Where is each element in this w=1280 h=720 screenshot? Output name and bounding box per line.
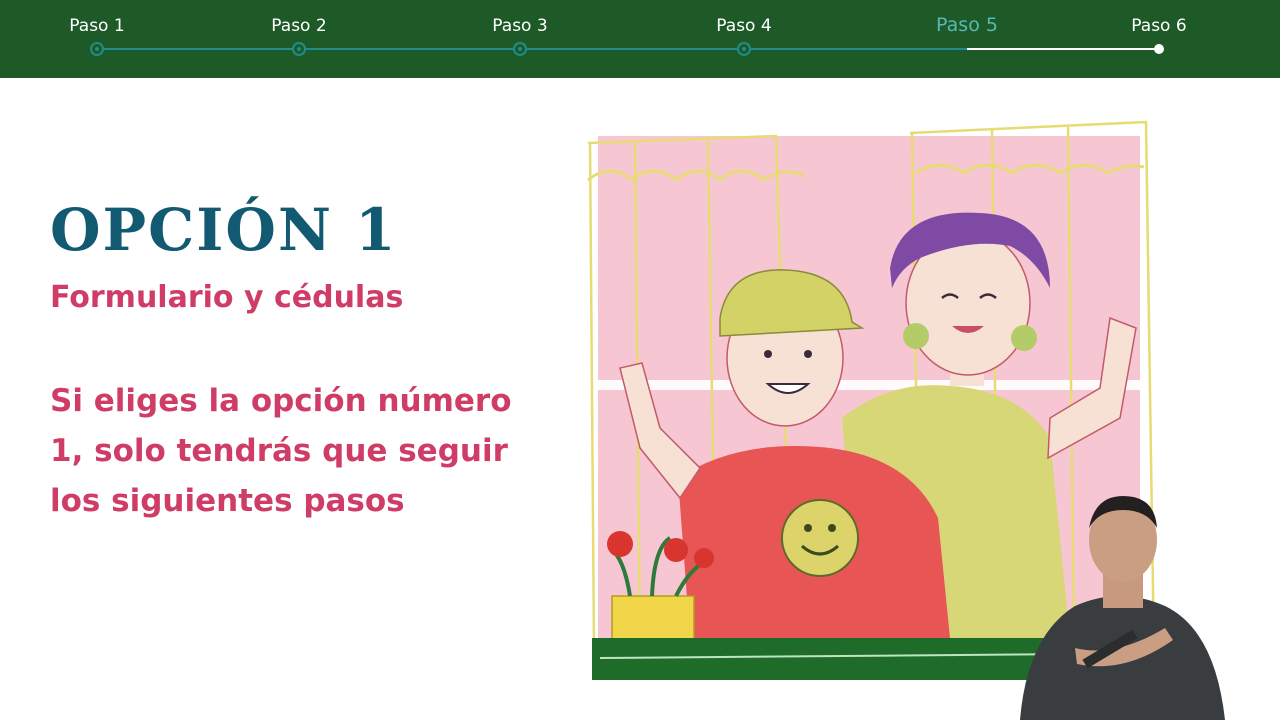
window-crossbar <box>598 380 1140 390</box>
step-tracker: Paso 1 Paso 2 Paso 3 Paso 4 Paso 5 Paso … <box>0 0 1280 78</box>
step-3-label: Paso 3 <box>492 16 548 36</box>
step-3-dot-icon <box>513 42 527 56</box>
step-1-label: Paso 1 <box>69 16 125 36</box>
instruction-text: Si eliges la opción número 1, solo tendr… <box>50 383 512 519</box>
page-subtitle: Formulario y cédulas <box>50 280 404 315</box>
step-5[interactable]: Paso 5 <box>907 0 1027 78</box>
step-2[interactable]: Paso 2 <box>239 0 359 78</box>
step-2-dot-icon <box>292 42 306 56</box>
page-title: OPCIÓN 1 <box>50 196 398 264</box>
step-1[interactable]: Paso 1 <box>37 0 157 78</box>
sign-language-interpreter <box>1020 496 1225 720</box>
progress-bar: Paso 1 Paso 2 Paso 3 Paso 4 Paso 5 Paso … <box>0 0 1280 78</box>
step-6[interactable]: Paso 6 <box>1099 0 1219 78</box>
step-4-dot-icon <box>737 42 751 56</box>
step-5-label: Paso 5 <box>936 14 998 36</box>
smiley-face-icon <box>781 499 859 577</box>
step-2-label: Paso 2 <box>271 16 327 36</box>
step-4[interactable]: Paso 4 <box>684 0 804 78</box>
step-1-dot-icon <box>90 42 104 56</box>
step-3[interactable]: Paso 3 <box>460 0 580 78</box>
step-6-dot-icon <box>1154 44 1164 54</box>
step-6-label: Paso 6 <box>1131 16 1187 36</box>
step-4-label: Paso 4 <box>716 16 772 36</box>
